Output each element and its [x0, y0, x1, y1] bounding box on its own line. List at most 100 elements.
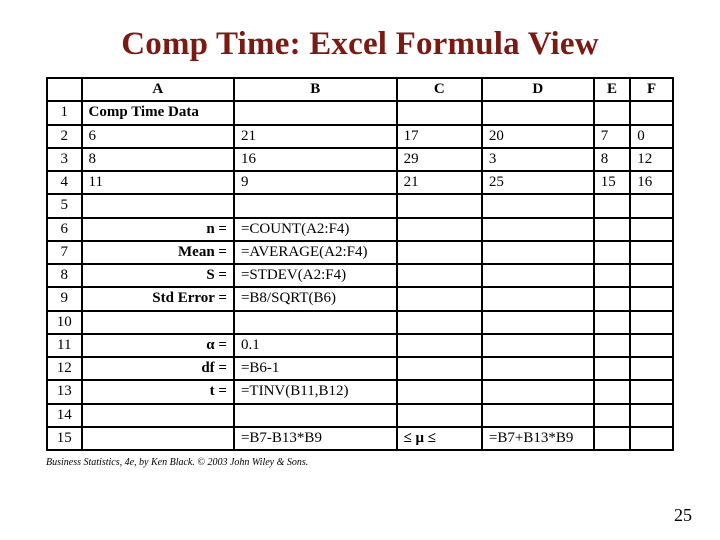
cell-c10 — [397, 311, 482, 334]
cell-b14 — [234, 404, 397, 427]
cell-a1: Comp Time Data — [82, 101, 234, 124]
row-num: 2 — [47, 125, 82, 148]
cell-f15 — [630, 427, 673, 450]
cell-e5 — [594, 194, 631, 217]
cell-f1 — [630, 101, 673, 124]
cell-e15 — [594, 427, 631, 450]
cell-e8 — [594, 264, 631, 287]
cell-d3: 3 — [482, 148, 594, 171]
cell-c12 — [397, 357, 482, 380]
header-col-d: D — [482, 78, 594, 101]
table-row: 2 6 21 17 20 7 0 — [47, 125, 673, 148]
cell-c14 — [397, 404, 482, 427]
cell-c5 — [397, 194, 482, 217]
cell-d10 — [482, 311, 594, 334]
table-row: 5 — [47, 194, 673, 217]
row-num: 6 — [47, 218, 82, 241]
cell-a15 — [82, 427, 234, 450]
slide: Comp Time: Excel Formula View A B C D E … — [0, 0, 720, 540]
cell-f10 — [630, 311, 673, 334]
cell-d5 — [482, 194, 594, 217]
cell-f13 — [630, 380, 673, 403]
cell-d12 — [482, 357, 594, 380]
cell-b4: 9 — [234, 171, 397, 194]
cell-f5 — [630, 194, 673, 217]
cell-a7: Mean = — [82, 241, 234, 264]
cell-c15: ≤ μ ≤ — [397, 427, 482, 450]
table-row: 1 Comp Time Data — [47, 101, 673, 124]
table-row: 15 =B7-B13*B9 ≤ μ ≤ =B7+B13*B9 — [47, 427, 673, 450]
cell-a4: 11 — [82, 171, 234, 194]
cell-c1 — [397, 101, 482, 124]
row-num: 7 — [47, 241, 82, 264]
cell-f4: 16 — [630, 171, 673, 194]
cell-c6 — [397, 218, 482, 241]
table-row: 10 — [47, 311, 673, 334]
cell-b12: =B6-1 — [234, 357, 397, 380]
cell-d1 — [482, 101, 594, 124]
cell-d9 — [482, 287, 594, 310]
cell-a2: 6 — [82, 125, 234, 148]
cell-a11: α = — [82, 334, 234, 357]
table-row: 6 n = =COUNT(A2:F4) — [47, 218, 673, 241]
cell-f14 — [630, 404, 673, 427]
cell-c7 — [397, 241, 482, 264]
cell-d2: 20 — [482, 125, 594, 148]
header-col-f: F — [630, 78, 673, 101]
cell-a3: 8 — [82, 148, 234, 171]
cell-e1 — [594, 101, 631, 124]
cell-e9 — [594, 287, 631, 310]
cell-c2: 17 — [397, 125, 482, 148]
cell-b5 — [234, 194, 397, 217]
row-num: 10 — [47, 311, 82, 334]
row-num: 3 — [47, 148, 82, 171]
cell-d13 — [482, 380, 594, 403]
cell-b9: =B8/SQRT(B6) — [234, 287, 397, 310]
page-number: 25 — [674, 505, 692, 526]
row-num: 8 — [47, 264, 82, 287]
cell-c9 — [397, 287, 482, 310]
cell-f7 — [630, 241, 673, 264]
header-corner — [47, 78, 82, 101]
cell-f6 — [630, 218, 673, 241]
cell-e7 — [594, 241, 631, 264]
cell-e6 — [594, 218, 631, 241]
cell-b8: =STDEV(A2:F4) — [234, 264, 397, 287]
cell-f12 — [630, 357, 673, 380]
slide-title: Comp Time: Excel Formula View — [46, 26, 674, 63]
cell-b15: =B7-B13*B9 — [234, 427, 397, 450]
cell-b2: 21 — [234, 125, 397, 148]
footnote: Business Statistics, 4e, by Ken Black. ©… — [46, 457, 674, 468]
cell-a6: n = — [82, 218, 234, 241]
cell-d7 — [482, 241, 594, 264]
cell-e13 — [594, 380, 631, 403]
cell-b7: =AVERAGE(A2:F4) — [234, 241, 397, 264]
cell-b13: =TINV(B11,B12) — [234, 380, 397, 403]
cell-a10 — [82, 311, 234, 334]
row-num: 12 — [47, 357, 82, 380]
table-row: 8 S = =STDEV(A2:F4) — [47, 264, 673, 287]
table-row: 14 — [47, 404, 673, 427]
cell-b10 — [234, 311, 397, 334]
row-num: 14 — [47, 404, 82, 427]
table-header-row: A B C D E F — [47, 78, 673, 101]
cell-c8 — [397, 264, 482, 287]
table-row: 12 df = =B6-1 — [47, 357, 673, 380]
cell-f8 — [630, 264, 673, 287]
cell-e10 — [594, 311, 631, 334]
cell-d11 — [482, 334, 594, 357]
cell-b1 — [234, 101, 397, 124]
excel-table: A B C D E F 1 Comp Time Data 2 6 21 — [46, 77, 674, 451]
header-col-b: B — [234, 78, 397, 101]
table-row: 11 α = 0.1 — [47, 334, 673, 357]
row-num: 4 — [47, 171, 82, 194]
cell-b6: =COUNT(A2:F4) — [234, 218, 397, 241]
cell-e4: 15 — [594, 171, 631, 194]
cell-a14 — [82, 404, 234, 427]
header-col-e: E — [594, 78, 631, 101]
cell-d15: =B7+B13*B9 — [482, 427, 594, 450]
table-row: 4 11 9 21 25 15 16 — [47, 171, 673, 194]
cell-b11: 0.1 — [234, 334, 397, 357]
cell-d14 — [482, 404, 594, 427]
cell-f3: 12 — [630, 148, 673, 171]
